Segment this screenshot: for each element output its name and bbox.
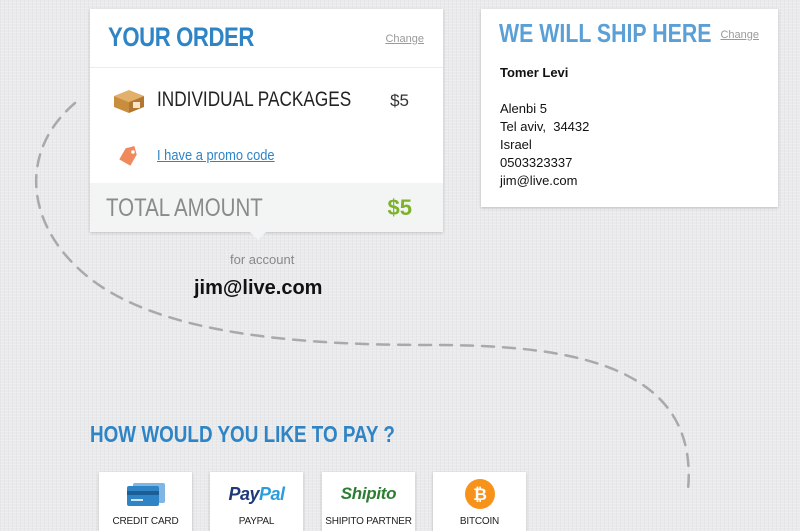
total-label: TOTAL AMOUNT bbox=[106, 194, 263, 222]
pay-option-label: SHIPITO PARTNER bbox=[325, 516, 412, 527]
price-tag-icon bbox=[119, 145, 137, 166]
card-pointer bbox=[249, 231, 267, 240]
pay-option-label: PAYPAL bbox=[238, 516, 275, 527]
order-item-label: INDIVIDUAL PACKAGES bbox=[157, 88, 352, 111]
order-summary-card: YOUR ORDER Change INDIVIDUAL PACKAGES $5… bbox=[90, 9, 443, 240]
pay-option-credit-card[interactable]: CREDIT CARD bbox=[99, 472, 192, 531]
pay-option-label: BITCOIN bbox=[459, 516, 500, 527]
address-line: Israel bbox=[500, 137, 532, 152]
pay-option-bitcoin[interactable]: ₿ BITCOIN bbox=[433, 472, 526, 531]
recipient-name: Tomer Levi bbox=[500, 65, 569, 80]
account-email: jim@live.com bbox=[194, 277, 323, 299]
pay-option-paypal[interactable]: PayPal PAYPAL bbox=[210, 472, 303, 531]
package-box-icon bbox=[114, 90, 144, 113]
pay-option-label: CREDIT CARD bbox=[112, 516, 179, 527]
shipping-address-card: WE WILL SHIP HERE Change Tomer Levi Alen… bbox=[481, 9, 778, 207]
shipping-change-link[interactable]: Change bbox=[720, 29, 759, 41]
divider bbox=[90, 67, 443, 68]
address-block: Alenbi 5 Tel aviv, 34432 Israel 05033233… bbox=[500, 100, 589, 190]
pay-option-shipito[interactable]: Shipito SHIPITO PARTNER bbox=[322, 472, 415, 531]
order-title: YOUR ORDER bbox=[108, 22, 254, 52]
payment-title: HOW WOULD YOU LIKE TO PAY ? bbox=[90, 421, 395, 447]
promo-code-link[interactable]: I have a promo code bbox=[157, 147, 275, 164]
address-email: jim@live.com bbox=[500, 173, 578, 188]
account-caption: for account bbox=[230, 252, 295, 267]
credit-card-icon bbox=[126, 483, 165, 506]
total-row: TOTAL AMOUNT $5 bbox=[90, 183, 443, 240]
svg-text:₿: ₿ bbox=[473, 485, 487, 505]
shipito-logo: Shipito bbox=[340, 484, 397, 503]
address-phone: 0503323337 bbox=[500, 155, 573, 170]
order-item-price: $5 bbox=[390, 91, 409, 110]
bitcoin-icon: ₿ bbox=[464, 479, 495, 509]
shipping-title: WE WILL SHIP HERE bbox=[499, 18, 712, 48]
address-line: Alenbi 5 bbox=[500, 101, 547, 116]
total-value: $5 bbox=[387, 195, 412, 220]
order-change-link[interactable]: Change bbox=[385, 33, 424, 45]
paypal-logo: PayPal bbox=[228, 483, 285, 504]
address-line: Tel aviv, 34432 bbox=[500, 119, 590, 134]
